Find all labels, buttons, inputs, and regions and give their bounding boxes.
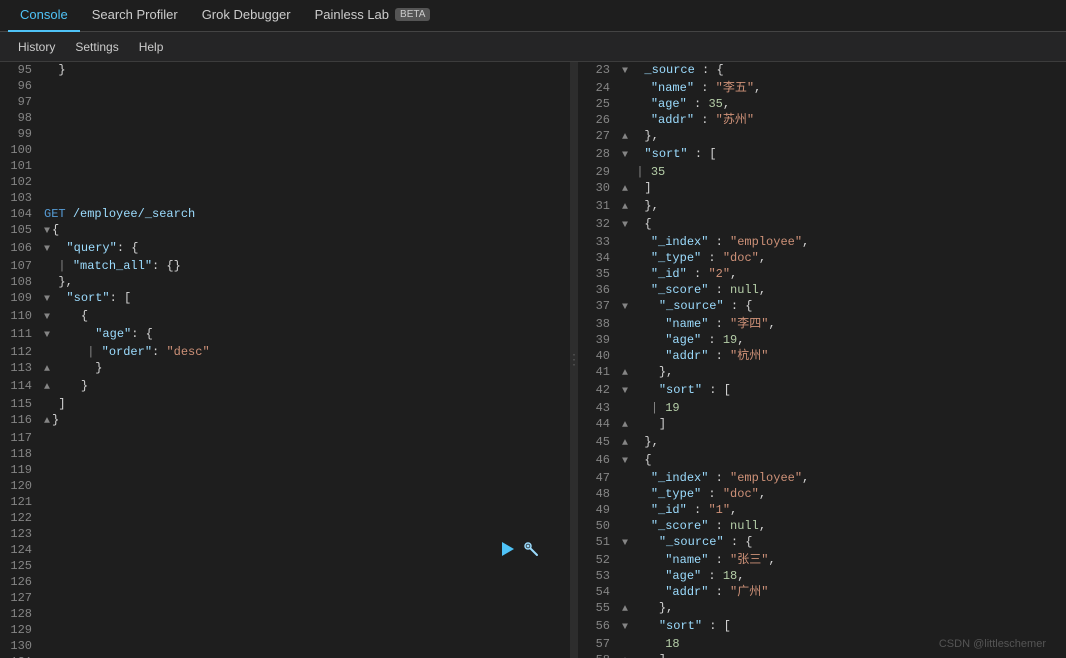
top-nav: Console Search Profiler Grok Debugger Pa… — [0, 0, 1066, 32]
tab-painless-lab[interactable]: Painless Lab BETA — [303, 0, 443, 32]
table-row: 107 | "match_all": {} — [0, 258, 570, 274]
table-row: 111 ▼ "age": { — [0, 326, 570, 344]
table-row: 129 — [0, 622, 570, 638]
output-scroll[interactable]: 23 ▼ _source : { 24 "name" : "李五", 25 "a… — [578, 62, 1066, 658]
table-row: 97 — [0, 94, 570, 110]
output-row: 25 "age" : 35, — [578, 96, 1066, 112]
tab-grok-debugger[interactable]: Grok Debugger — [190, 0, 303, 32]
table-row: 120 — [0, 478, 570, 494]
table-row: 122 — [0, 510, 570, 526]
output-row: 54 "addr" : "广州" — [578, 584, 1066, 600]
table-row: 95 } — [0, 62, 570, 78]
wrench-button[interactable] — [522, 540, 540, 558]
table-row: 131 — [0, 654, 570, 658]
table-row: 115 ] — [0, 396, 570, 412]
table-row: 101 — [0, 158, 570, 174]
output-row: 36 "_score" : null, — [578, 282, 1066, 298]
secondary-nav: History Settings Help — [0, 32, 1066, 62]
table-row: 123 — [0, 526, 570, 542]
table-row: 119 — [0, 462, 570, 478]
output-row: 34 "_type" : "doc", — [578, 250, 1066, 266]
output-row: 40 "addr" : "杭州" — [578, 348, 1066, 364]
table-row: 114 ▲ } — [0, 378, 570, 396]
table-row: 103 — [0, 190, 570, 206]
table-row: 125 — [0, 558, 570, 574]
pane-divider[interactable] — [570, 62, 578, 658]
table-row: 127 — [0, 590, 570, 606]
output-row: 33 "_index" : "employee", — [578, 234, 1066, 250]
output-row: 31 ▲ }, — [578, 198, 1066, 216]
table-row: 98 — [0, 110, 570, 126]
table-row: 117 — [0, 430, 570, 446]
output-row: 35 "_id" : "2", — [578, 266, 1066, 282]
output-row: 32 ▼ { — [578, 216, 1066, 234]
editor-pane: 95 } 96 97 98 99 100 — [0, 62, 570, 658]
output-row: 41 ▲ }, — [578, 364, 1066, 382]
tab-search-profiler[interactable]: Search Profiler — [80, 0, 190, 32]
output-row: 55 ▲ }, — [578, 600, 1066, 618]
output-row: 47 "_index" : "employee", — [578, 470, 1066, 486]
output-pane: 23 ▼ _source : { 24 "name" : "李五", 25 "a… — [578, 62, 1066, 658]
table-row: 113 ▲ } — [0, 360, 570, 378]
tab-console[interactable]: Console — [8, 0, 80, 32]
table-row: 96 — [0, 78, 570, 94]
action-buttons — [498, 540, 540, 558]
output-row: 45 ▲ }, — [578, 434, 1066, 452]
output-row: 58 ▲ ] — [578, 652, 1066, 658]
table-row: 112 | "order": "desc" — [0, 344, 570, 360]
output-row: 43 | 19 — [578, 400, 1066, 416]
output-row: 49 "_id" : "1", — [578, 502, 1066, 518]
table-row: 121 — [0, 494, 570, 510]
table-row: 108 }, — [0, 274, 570, 290]
output-row: 37 ▼ "_source" : { — [578, 298, 1066, 316]
table-row: 104 GET /employee/_search — [0, 206, 570, 222]
output-row: 24 "name" : "李五", — [578, 80, 1066, 96]
output-row: 53 "age" : 18, — [578, 568, 1066, 584]
output-row: 50 "_score" : null, — [578, 518, 1066, 534]
output-row: 26 "addr" : "苏州" — [578, 112, 1066, 128]
table-row: 106 ▼ "query": { — [0, 240, 570, 258]
table-row: 110 ▼ { — [0, 308, 570, 326]
output-row: 28 ▼ "sort" : [ — [578, 146, 1066, 164]
table-row: 100 — [0, 142, 570, 158]
beta-badge: BETA — [395, 8, 430, 21]
nav-settings[interactable]: Settings — [65, 36, 128, 58]
output-row: 56 ▼ "sort" : [ — [578, 618, 1066, 636]
table-row: 116 ▲} — [0, 412, 570, 430]
output-row: 44 ▲ ] — [578, 416, 1066, 434]
table-row: 130 — [0, 638, 570, 654]
table-row: 99 — [0, 126, 570, 142]
run-button[interactable] — [498, 540, 516, 558]
output-row: 39 "age" : 19, — [578, 332, 1066, 348]
output-row: 51 ▼ "_source" : { — [578, 534, 1066, 552]
table-row: 126 — [0, 574, 570, 590]
table-row: 124 — [0, 542, 570, 558]
output-row: 27 ▲ }, — [578, 128, 1066, 146]
main-content: 95 } 96 97 98 99 100 — [0, 62, 1066, 658]
output-row: 48 "_type" : "doc", — [578, 486, 1066, 502]
table-row: 118 — [0, 446, 570, 462]
output-row: 29 | 35 — [578, 164, 1066, 180]
output-row: 46 ▼ { — [578, 452, 1066, 470]
table-row: 109 ▼ "sort": [ — [0, 290, 570, 308]
editor-scroll[interactable]: 95 } 96 97 98 99 100 — [0, 62, 570, 658]
table-row: 105 ▼{ — [0, 222, 570, 240]
output-row: 23 ▼ _source : { — [578, 62, 1066, 80]
output-row: 38 "name" : "李四", — [578, 316, 1066, 332]
output-row: 42 ▼ "sort" : [ — [578, 382, 1066, 400]
output-row: 30 ▲ ] — [578, 180, 1066, 198]
watermark: CSDN @littleschemer — [939, 638, 1046, 650]
nav-help[interactable]: Help — [129, 36, 174, 58]
table-row: 128 — [0, 606, 570, 622]
output-row: 52 "name" : "张三", — [578, 552, 1066, 568]
nav-history[interactable]: History — [8, 36, 65, 58]
table-row: 102 — [0, 174, 570, 190]
